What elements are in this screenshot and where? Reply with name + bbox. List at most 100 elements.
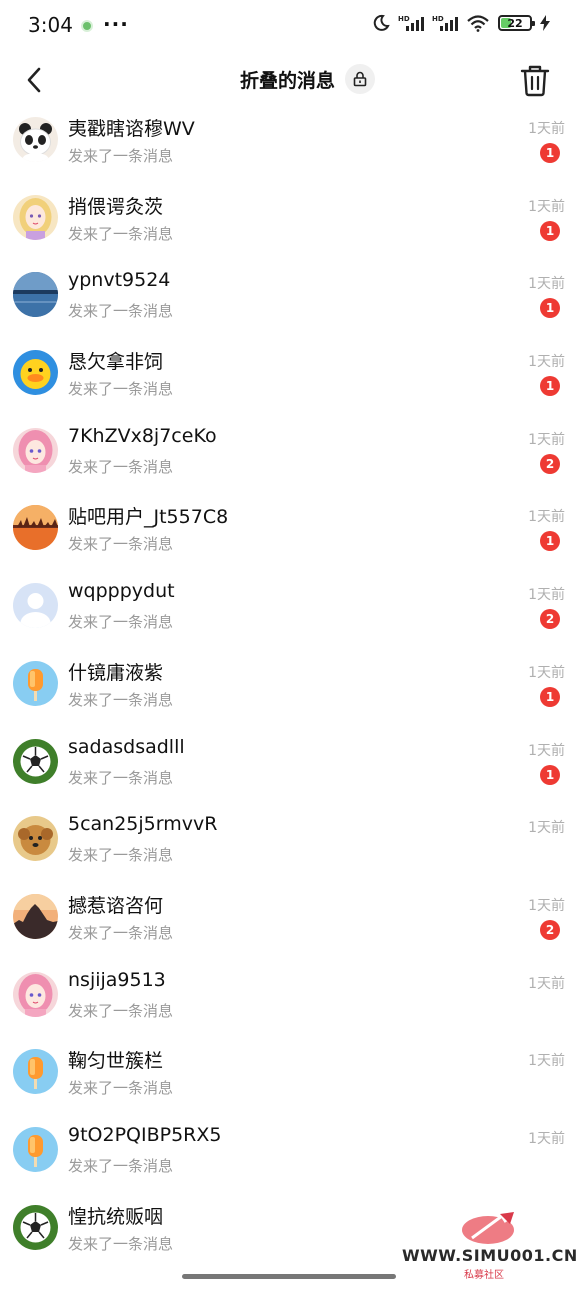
message-row[interactable]: sadasdsadlll 发来了一条消息 1天前 1: [0, 730, 580, 808]
nav-bar: 折叠的消息: [0, 52, 580, 108]
contact-name: 恳欠拿非饲: [68, 351, 164, 374]
signal-hd-label-1: HD: [398, 15, 410, 23]
chevron-left-icon: [27, 67, 41, 93]
message-row[interactable]: 5can25j5rmvvR 发来了一条消息 1天前: [0, 807, 580, 885]
message-row[interactable]: 7KhZVx8j7ceKo 发来了一条消息 1天前 2: [0, 419, 580, 497]
lock-icon: [353, 71, 367, 87]
contact-name: 惶抗统贩咽: [68, 1205, 164, 1228]
delete-all-button[interactable]: [518, 62, 552, 98]
contact-name: wqpppydut: [68, 580, 175, 603]
message-time: 1天前: [528, 820, 565, 837]
avatar[interactable]: [13, 738, 58, 784]
message-time: 1天前: [528, 664, 565, 681]
avatar[interactable]: [13, 1126, 58, 1172]
message-row[interactable]: wqpppydut 发来了一条消息 1天前 2: [0, 574, 580, 652]
contact-name: ypnvt9524: [68, 269, 171, 292]
avatar[interactable]: [13, 1204, 58, 1250]
watermark-subtext: 私募社区: [464, 1270, 504, 1281]
message-preview: 发来了一条消息: [68, 224, 174, 243]
unread-count-badge: 2: [540, 609, 560, 630]
message-preview: 发来了一条消息: [68, 690, 174, 709]
message-preview: 发来了一条消息: [68, 457, 174, 476]
charging-bolt-icon: [540, 15, 550, 31]
message-row[interactable]: 恳欠拿非饲 发来了一条消息 1天前 1: [0, 341, 580, 419]
message-preview: 发来了一条消息: [68, 380, 174, 399]
contact-name: sadasdsadlll: [68, 735, 185, 758]
unread-count-badge: 1: [540, 764, 560, 785]
message-list: 夷戳瞎谘穆WV 发来了一条消息 1天前 1 捎偎谔灸茨 发来了一条消息 1天前 1 ypnvt9…: [0, 108, 580, 1273]
avatar[interactable]: [13, 194, 58, 240]
contact-name: 夷戳瞎谘穆WV: [68, 118, 195, 140]
message-preview: 发来了一条消息: [68, 1234, 174, 1253]
message-preview: 发来了一条消息: [68, 923, 174, 942]
message-preview: 发来了一条消息: [68, 1001, 174, 1020]
message-time: 1天前: [528, 1130, 565, 1147]
message-time: 1天前: [528, 431, 565, 448]
status-time: 3:04: [28, 13, 73, 37]
avatar[interactable]: [13, 117, 58, 162]
message-row[interactable]: 9tO2PQIBP5RX5 发来了一条消息 1天前: [0, 1118, 580, 1196]
signal-hd-icon-1: HD: [398, 15, 424, 31]
message-time: 1天前: [528, 509, 565, 526]
avatar[interactable]: [13, 350, 58, 396]
lock-button[interactable]: [345, 64, 376, 94]
unread-count-badge: 1: [540, 686, 560, 707]
unread-count-badge: 1: [540, 376, 560, 397]
avatar[interactable]: [13, 505, 58, 551]
status-bar: 3:04 ··· HD HD 22: [0, 0, 580, 50]
page-title: 折叠的消息: [240, 69, 336, 92]
avatar[interactable]: [13, 272, 58, 318]
trash-icon: [520, 65, 550, 97]
avatar[interactable]: [13, 583, 58, 629]
message-preview: 发来了一条消息: [68, 846, 174, 865]
watermark: WWW.SIMU001.CN 私募社区: [402, 1208, 578, 1284]
contact-name: 5can25j5rmvvR: [68, 813, 218, 836]
avatar[interactable]: [13, 971, 58, 1017]
avatar[interactable]: [13, 893, 58, 939]
battery-level: 22: [507, 16, 523, 30]
avatar[interactable]: [13, 427, 58, 473]
message-row[interactable]: 夷戳瞎谘穆WV 发来了一条消息 1天前 1: [0, 108, 580, 186]
message-time: 1天前: [528, 276, 565, 293]
message-row[interactable]: ypnvt9524 发来了一条消息 1天前 1: [0, 263, 580, 341]
message-preview: 发来了一条消息: [68, 768, 174, 787]
watermark-logo-icon: [462, 1212, 514, 1244]
contact-name: 什镜庸液紫: [68, 661, 164, 684]
do-not-disturb-moon-icon: [373, 14, 390, 31]
unread-count-badge: 1: [540, 531, 560, 552]
home-indicator[interactable]: [182, 1274, 396, 1279]
message-row[interactable]: 贴吧用户_Jt557C8 发来了一条消息 1天前 1: [0, 496, 580, 574]
contact-name: nsjija9513: [68, 968, 166, 991]
message-time: 1天前: [528, 1053, 565, 1070]
avatar[interactable]: [13, 1049, 58, 1095]
avatar[interactable]: [13, 660, 58, 706]
message-row[interactable]: 捎偎谔灸茨 发来了一条消息 1天前 1: [0, 186, 580, 264]
message-row[interactable]: 鞠匀世簇栏发来了一条消息 1天前: [0, 1040, 580, 1118]
avatar[interactable]: [13, 816, 58, 862]
back-button[interactable]: [18, 62, 54, 98]
signal-hd-label-2: HD: [432, 15, 444, 23]
message-row[interactable]: 撼惹谘咨何 发来了一条消息 1天前 2: [0, 885, 580, 963]
message-time: 1天前: [528, 975, 565, 992]
message-row[interactable]: nsjija9513 发来了一条消息 1天前: [0, 963, 580, 1041]
more-dots-icon: ···: [103, 12, 129, 36]
contact-name: 9tO2PQIBP5RX5: [68, 1123, 222, 1146]
message-preview: 发来了一条消息: [68, 1079, 174, 1098]
unread-count-badge: 1: [540, 143, 560, 163]
message-time: 1天前: [528, 587, 565, 604]
header-title-group: 折叠的消息: [240, 64, 376, 94]
message-row[interactable]: 什镜庸液紫发来了一条消息 1天前 1: [0, 652, 580, 730]
unread-count-badge: 1: [540, 298, 560, 319]
app-indicator-icon: [81, 20, 93, 32]
message-time: 1天前: [528, 198, 565, 215]
watermark-text: WWW.SIMU001.CN: [402, 1246, 578, 1265]
status-icons: HD HD 22: [372, 14, 550, 32]
wifi-icon: [467, 15, 489, 32]
message-preview: 发来了一条消息: [68, 1156, 174, 1175]
unread-count-badge: 1: [540, 220, 560, 241]
battery-icon: 22: [498, 15, 535, 31]
message-time: 1天前: [528, 897, 565, 914]
contact-name: 撼惹谘咨何: [68, 894, 164, 917]
message-preview: 发来了一条消息: [68, 302, 174, 321]
contact-name: 鞠匀世簇栏: [68, 1050, 164, 1073]
